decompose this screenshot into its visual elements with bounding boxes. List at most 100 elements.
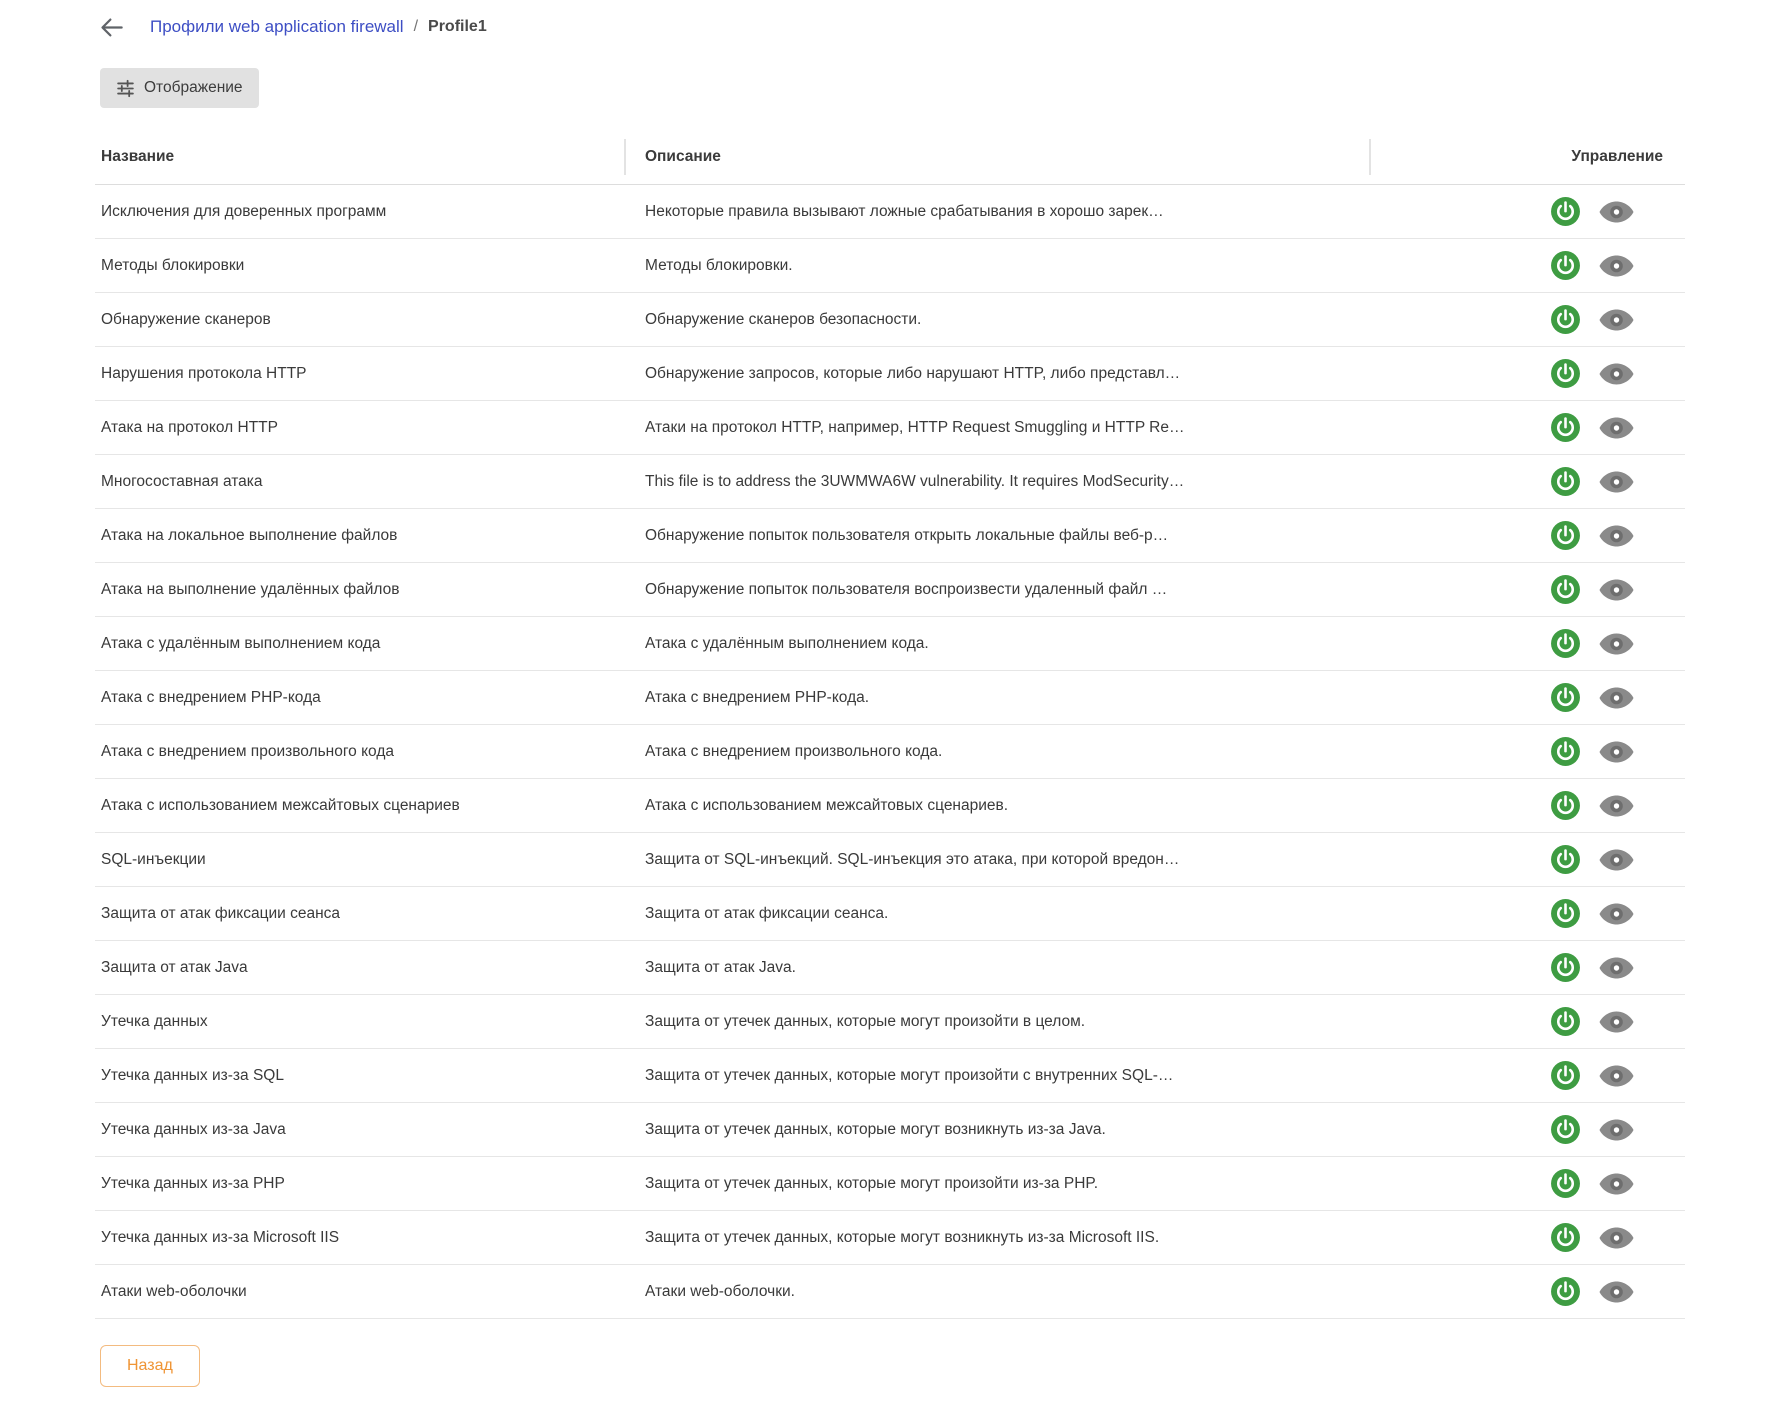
power-toggle-icon[interactable] [1550,844,1581,875]
column-header-name: Название [95,130,626,184]
power-toggle-icon[interactable] [1550,898,1581,929]
back-arrow-icon[interactable] [98,14,125,41]
view-rule-icon[interactable] [1598,254,1635,278]
view-rule-icon[interactable] [1598,578,1635,602]
column-header-controls: Управление [1371,130,1685,184]
table-row[interactable]: Атаки web-оболочки Атаки web-оболочки. [95,1265,1685,1319]
power-toggle-icon[interactable] [1550,250,1581,281]
table-row[interactable]: Атака на локальное выполнение файлов Обн… [95,509,1685,563]
rule-name: SQL-инъекции [95,851,626,869]
rule-controls [1371,682,1685,713]
view-rule-icon[interactable] [1598,1010,1635,1034]
power-toggle-icon[interactable] [1550,520,1581,551]
table-row[interactable]: Методы блокировки Методы блокировки. [95,239,1685,293]
rule-name: Исключения для доверенных программ [95,203,626,221]
rule-controls [1371,1276,1685,1307]
rule-controls [1371,1168,1685,1199]
power-toggle-icon[interactable] [1550,1060,1581,1091]
view-rule-icon[interactable] [1598,1064,1635,1088]
power-toggle-icon[interactable] [1550,736,1581,767]
table-header-row: Название Описание Управление [95,130,1685,185]
power-toggle-icon[interactable] [1550,790,1581,821]
table-row[interactable]: Утечка данных из-за SQL Защита от утечек… [95,1049,1685,1103]
rule-name: Утечка данных из-за Java [95,1121,626,1139]
table-row[interactable]: Нарушения протокола HTTP Обнаружение зап… [95,347,1685,401]
rule-name: Многосоставная атака [95,473,626,491]
breadcrumb-link-waf-profiles[interactable]: Профили web application firewall [150,17,404,37]
power-toggle-icon[interactable] [1550,952,1581,983]
power-toggle-icon[interactable] [1550,1168,1581,1199]
table-row[interactable]: Атака с использованием межсайтовых сцена… [95,779,1685,833]
breadcrumb-separator: / [414,18,418,36]
rule-name: Атака на протокол HTTP [95,419,626,437]
table-row[interactable]: Утечка данных из-за PHP Защита от утечек… [95,1157,1685,1211]
view-rule-icon[interactable] [1598,308,1635,332]
rule-description: Некоторые правила вызывают ложные срабат… [626,203,1371,221]
rule-name: Утечка данных [95,1013,626,1031]
table-row[interactable]: Защита от атак фиксации сеанса Защита от… [95,887,1685,941]
table-row[interactable]: Обнаружение сканеров Обнаружение сканеро… [95,293,1685,347]
view-rule-icon[interactable] [1598,470,1635,494]
table-row[interactable]: Многосоставная атака This file is to add… [95,455,1685,509]
rule-description: Защита от утечек данных, которые могут п… [626,1175,1371,1193]
view-rule-icon[interactable] [1598,848,1635,872]
power-toggle-icon[interactable] [1550,358,1581,389]
view-rule-icon[interactable] [1598,200,1635,224]
power-toggle-icon[interactable] [1550,1276,1581,1307]
rule-description: Защита от утечек данных, которые могут в… [626,1121,1371,1139]
power-toggle-icon[interactable] [1550,574,1581,605]
table-row[interactable]: Утечка данных Защита от утечек данных, к… [95,995,1685,1049]
rule-controls [1371,250,1685,281]
rule-description: Защита от атак Java. [626,959,1371,977]
display-settings-label: Отображение [144,79,243,97]
table-row[interactable]: Атака с внедрением произвольного кода Ат… [95,725,1685,779]
view-rule-icon[interactable] [1598,740,1635,764]
rule-controls [1371,1114,1685,1145]
view-rule-icon[interactable] [1598,1280,1635,1304]
power-toggle-icon[interactable] [1550,1222,1581,1253]
rule-description: Атака с внедрением произвольного кода. [626,743,1371,761]
view-rule-icon[interactable] [1598,794,1635,818]
view-rule-icon[interactable] [1598,1226,1635,1250]
table-row[interactable]: Утечка данных из-за Java Защита от утече… [95,1103,1685,1157]
rule-name: Утечка данных из-за PHP [95,1175,626,1193]
view-rule-icon[interactable] [1598,416,1635,440]
rule-description: Атаки на протокол HTTP, например, HTTP R… [626,419,1371,437]
display-settings-button[interactable]: Отображение [100,68,259,108]
table-row[interactable]: Утечка данных из-за Microsoft IIS Защита… [95,1211,1685,1265]
view-rule-icon[interactable] [1598,1172,1635,1196]
rule-description: Защита от утечек данных, которые могут п… [626,1067,1371,1085]
power-toggle-icon[interactable] [1550,466,1581,497]
table-row[interactable]: Атака на протокол HTTP Атаки на протокол… [95,401,1685,455]
waf-rules-table: Название Описание Управление Исключения … [95,130,1685,1319]
rule-name: Атака с использованием межсайтовых сцена… [95,797,626,815]
view-rule-icon[interactable] [1598,686,1635,710]
rule-description: Обнаружение запросов, которые либо наруш… [626,365,1371,383]
table-row[interactable]: Атака с внедрением PHP-кода Атака с внед… [95,671,1685,725]
rule-description: Обнаружение сканеров безопасности. [626,311,1371,329]
rule-controls [1371,574,1685,605]
power-toggle-icon[interactable] [1550,196,1581,227]
power-toggle-icon[interactable] [1550,682,1581,713]
table-row[interactable]: Атака на выполнение удалённых файлов Обн… [95,563,1685,617]
rule-name: Атака с внедрением PHP-кода [95,689,626,707]
rule-description: Защита от утечек данных, которые могут п… [626,1013,1371,1031]
power-toggle-icon[interactable] [1550,1114,1581,1145]
table-row[interactable]: Атака с удалённым выполнением кода Атака… [95,617,1685,671]
power-toggle-icon[interactable] [1550,412,1581,443]
view-rule-icon[interactable] [1598,956,1635,980]
table-row[interactable]: Исключения для доверенных программ Некот… [95,185,1685,239]
table-row[interactable]: SQL-инъекции Защита от SQL-инъекций. SQL… [95,833,1685,887]
view-rule-icon[interactable] [1598,1118,1635,1142]
back-button[interactable]: Назад [100,1345,200,1387]
view-rule-icon[interactable] [1598,632,1635,656]
table-row[interactable]: Защита от атак Java Защита от атак Java. [95,941,1685,995]
power-toggle-icon[interactable] [1550,1006,1581,1037]
rule-name: Атака с удалённым выполнением кода [95,635,626,653]
power-toggle-icon[interactable] [1550,628,1581,659]
power-toggle-icon[interactable] [1550,304,1581,335]
view-rule-icon[interactable] [1598,902,1635,926]
view-rule-icon[interactable] [1598,362,1635,386]
view-rule-icon[interactable] [1598,524,1635,548]
rule-description: Атака с внедрением PHP-кода. [626,689,1371,707]
